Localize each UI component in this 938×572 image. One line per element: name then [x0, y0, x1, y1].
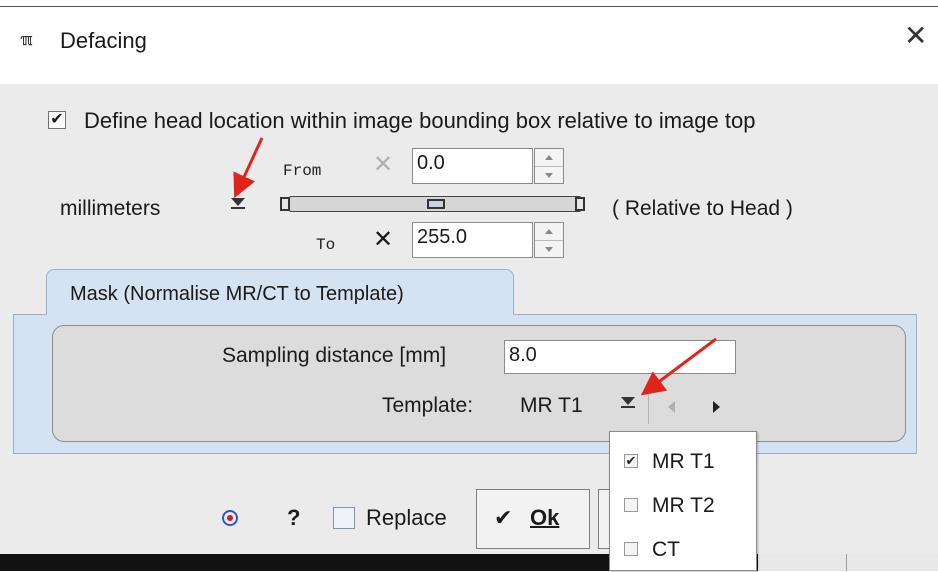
- template-dropdown-list: ✔ MR T1 MR T2 CT: [609, 431, 757, 571]
- template-selected-value[interactable]: MR T1: [520, 394, 583, 418]
- relative-to-head-label: ( Relative to Head ): [612, 197, 793, 220]
- tab-mask-label[interactable]: Mask (Normalise MR/CT to Template): [70, 283, 404, 306]
- range-slider-right-handle[interactable]: [575, 197, 585, 211]
- to-value-field[interactable]: 255.0: [412, 222, 533, 258]
- window-top-edge: [0, 6, 938, 7]
- to-label: To: [316, 236, 336, 254]
- app-logo-icon: ℼ: [20, 32, 33, 49]
- arrow-left-icon[interactable]: [668, 401, 675, 413]
- template-dropdown-icon[interactable]: [620, 397, 636, 411]
- option-checkbox[interactable]: ✔: [624, 454, 638, 468]
- template-option[interactable]: MR T2: [610, 484, 756, 528]
- define-head-location-checkbox[interactable]: ✔: [48, 111, 66, 129]
- ok-button-label[interactable]: Ok: [530, 505, 559, 531]
- from-value-field[interactable]: 0.0: [412, 148, 533, 184]
- template-option[interactable]: CT: [610, 528, 756, 572]
- to-clear-icon[interactable]: ✕: [373, 228, 393, 252]
- from-clear-icon[interactable]: ✕: [373, 153, 393, 177]
- from-spinner[interactable]: [534, 148, 564, 184]
- target-icon[interactable]: [222, 510, 238, 526]
- template-label: Template:: [382, 394, 474, 417]
- spinner-down-icon[interactable]: [535, 241, 563, 258]
- sampling-distance-field[interactable]: 8.0: [504, 340, 736, 374]
- define-head-location-label[interactable]: Define head location within image boundi…: [84, 108, 755, 134]
- ok-check-icon: ✔: [494, 505, 513, 530]
- option-label[interactable]: MR T1: [652, 450, 715, 474]
- close-icon[interactable]: ✕: [904, 22, 927, 50]
- spinner-up-icon[interactable]: [535, 223, 563, 241]
- mask-settings-panel: [52, 325, 906, 442]
- option-checkbox[interactable]: [624, 542, 638, 556]
- replace-label[interactable]: Replace: [366, 505, 447, 531]
- range-slider-thumb[interactable]: [427, 199, 445, 209]
- option-checkbox[interactable]: [624, 498, 638, 512]
- window-title: Defacing: [60, 28, 147, 53]
- from-label: From: [283, 162, 322, 180]
- option-label[interactable]: CT: [652, 538, 680, 562]
- spinner-down-icon[interactable]: [535, 167, 563, 184]
- help-icon[interactable]: ?: [287, 505, 300, 531]
- spinner-up-icon[interactable]: [535, 149, 563, 167]
- arrow-right-icon[interactable]: [713, 401, 720, 413]
- taskbar-strip-light: [758, 554, 938, 571]
- sampling-distance-label: Sampling distance [mm]: [222, 344, 447, 367]
- to-spinner[interactable]: [534, 222, 564, 258]
- replace-checkbox[interactable]: [333, 507, 355, 529]
- template-option[interactable]: ✔ MR T1: [610, 440, 756, 484]
- range-slider-left-handle[interactable]: [280, 197, 290, 211]
- units-label: millimeters: [60, 197, 161, 220]
- taskbar-separator: [846, 554, 847, 571]
- option-label[interactable]: MR T2: [652, 494, 715, 518]
- units-dropdown-icon[interactable]: [230, 198, 246, 212]
- template-divider: [648, 390, 649, 424]
